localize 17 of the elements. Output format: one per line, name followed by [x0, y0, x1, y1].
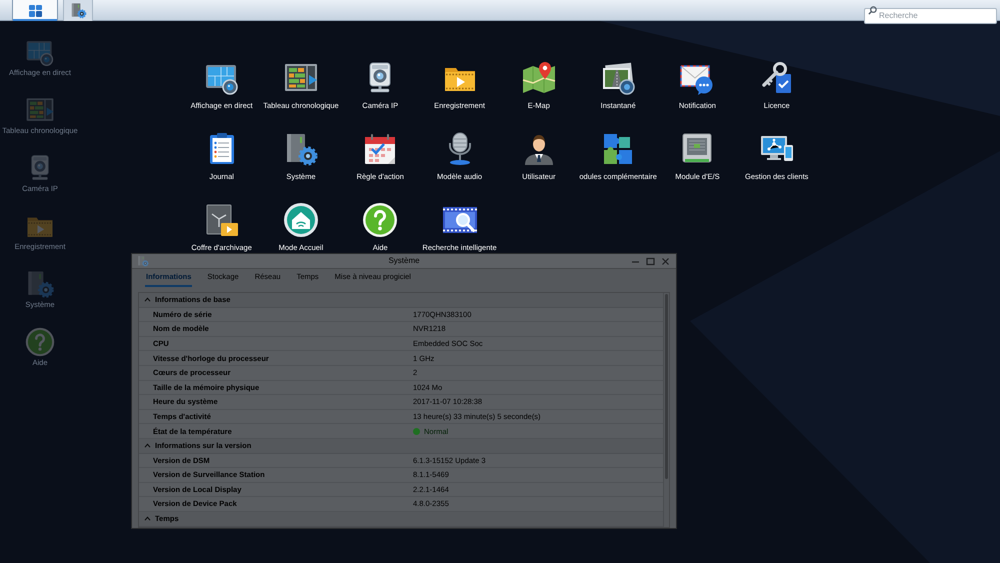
grid-icon	[28, 4, 42, 16]
server-gear-icon	[70, 2, 86, 19]
taskbar-app-button[interactable]	[63, 0, 93, 21]
map-pin-icon	[520, 60, 557, 96]
help-icon	[362, 202, 398, 238]
search-icon	[868, 6, 877, 14]
window-title: Système	[387, 255, 421, 267]
photo-lens-icon	[600, 60, 636, 96]
server-gear-icon	[137, 255, 149, 267]
maximize-icon[interactable]	[646, 256, 655, 266]
scrollbar[interactable]	[663, 293, 669, 527]
house-icon	[282, 202, 319, 238]
help-icon	[25, 327, 55, 357]
search-field[interactable]: Recherche	[864, 8, 997, 24]
close-icon[interactable]	[661, 256, 670, 266]
box-play-icon	[204, 202, 240, 238]
main-menu-button[interactable]	[12, 0, 58, 21]
